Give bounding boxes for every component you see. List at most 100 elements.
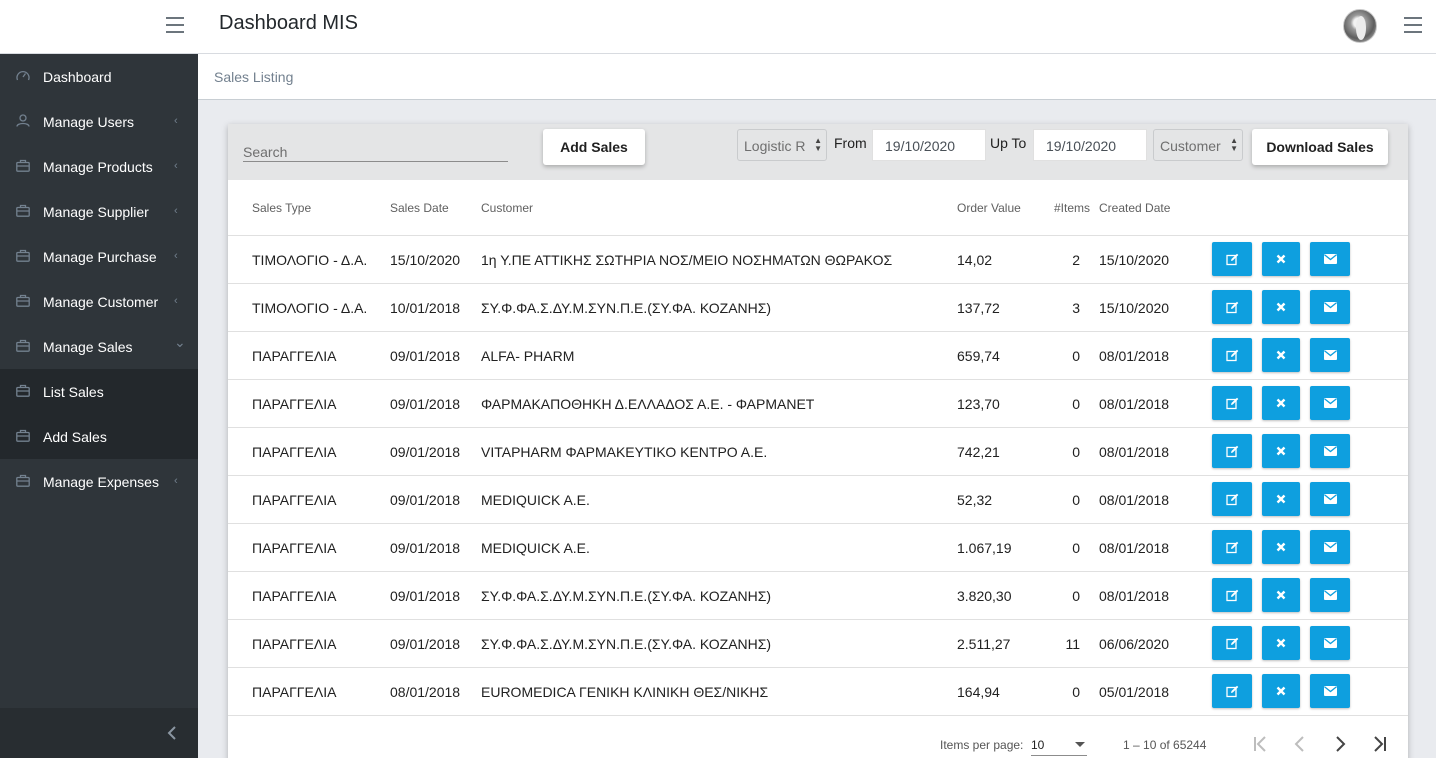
search-input[interactable] xyxy=(243,136,508,162)
cell-customer: ΣΥ.Φ.ΦΑ.Σ.ΔΥ.Μ.ΣΥΝ.Π.Ε.(ΣΥ.ΦΑ. ΚΟΖΑΝΗΣ) xyxy=(481,636,772,652)
cell-type: ΠΑΡΑΓΓΕΛΙΑ xyxy=(252,588,337,604)
envelope-icon xyxy=(1323,686,1337,696)
sidebar-item-label: Manage Expenses xyxy=(43,473,159,490)
cell-date: 09/01/2018 xyxy=(390,492,461,508)
edit-button[interactable] xyxy=(1212,530,1252,564)
edit-button[interactable] xyxy=(1212,674,1252,708)
cell-items: 0 xyxy=(1072,540,1080,556)
header-order-value[interactable]: Order Value xyxy=(957,201,1021,215)
sidebar: Dashboard Manage Users ‹ Manage Products ‹ Ma… xyxy=(0,54,198,758)
cell-date: 09/01/2018 xyxy=(390,588,461,604)
next-page-icon[interactable] xyxy=(1328,732,1352,756)
cell-customer: MEDIQUICK A.E. xyxy=(481,492,590,508)
download-sales-button[interactable]: Download Sales xyxy=(1252,129,1388,165)
edit-button[interactable] xyxy=(1212,434,1252,468)
customer-select[interactable]: Customer ▲ ▼ xyxy=(1153,129,1243,161)
sidebar-item-manage-customer[interactable]: Manage Customer ‹ xyxy=(0,279,198,324)
sidebar-item-manage-products[interactable]: Manage Products ‹ xyxy=(0,144,198,189)
email-button[interactable] xyxy=(1310,482,1350,516)
delete-button[interactable] xyxy=(1262,242,1300,276)
header-items[interactable]: #Items xyxy=(1054,201,1090,215)
email-button[interactable] xyxy=(1310,626,1350,660)
cell-created: 08/01/2018 xyxy=(1099,444,1170,460)
cell-value: 2.511,27 xyxy=(957,636,1011,652)
from-label: From xyxy=(834,135,867,151)
cell-items: 2 xyxy=(1072,252,1080,268)
first-page-icon[interactable] xyxy=(1248,732,1272,756)
cell-customer: ALFA- PHARM xyxy=(481,348,575,364)
add-sales-button[interactable]: Add Sales xyxy=(543,129,645,165)
email-button[interactable] xyxy=(1310,386,1350,420)
cell-date: 09/01/2018 xyxy=(390,396,461,412)
email-button[interactable] xyxy=(1310,434,1350,468)
cell-type: ΠΑΡΑΓΓΕΛΙΑ xyxy=(252,492,337,508)
delete-button[interactable] xyxy=(1262,290,1300,324)
previous-page-icon[interactable] xyxy=(1288,732,1312,756)
header-created-date[interactable]: Created Date xyxy=(1099,201,1170,215)
email-button[interactable] xyxy=(1310,242,1350,276)
sidebar-item-manage-expenses[interactable]: Manage Expenses ‹ xyxy=(0,459,198,504)
edit-button[interactable] xyxy=(1212,386,1252,420)
edit-button[interactable] xyxy=(1212,338,1252,372)
last-page-icon[interactable] xyxy=(1368,732,1392,756)
sidebar-item-dashboard[interactable]: Dashboard xyxy=(0,54,198,99)
header-customer[interactable]: Customer xyxy=(481,201,533,215)
edit-icon xyxy=(1225,493,1239,506)
email-button[interactable] xyxy=(1310,674,1350,708)
delete-button[interactable] xyxy=(1262,434,1300,468)
email-button[interactable] xyxy=(1310,338,1350,372)
sidebar-item-label: Manage Products xyxy=(43,158,153,175)
sidebar-item-label: Manage Users xyxy=(43,113,135,130)
email-button[interactable] xyxy=(1310,578,1350,612)
chevron-left-icon xyxy=(167,726,176,740)
select-arrows-icon: ▲ ▼ xyxy=(1230,136,1238,153)
sidebar-item-manage-users[interactable]: Manage Users ‹ xyxy=(0,99,198,144)
envelope-icon xyxy=(1323,302,1337,312)
sidebar-minimizer[interactable] xyxy=(0,708,198,758)
sidebar-toggle-icon[interactable] xyxy=(166,17,188,37)
close-icon xyxy=(1276,398,1286,408)
header-sales-type[interactable]: Sales Type xyxy=(252,201,311,215)
chevron-left-icon: ‹ xyxy=(174,160,178,172)
sidebar-item-manage-supplier[interactable]: Manage Supplier ‹ xyxy=(0,189,198,234)
header-sales-date[interactable]: Sales Date xyxy=(390,201,449,215)
from-date-field[interactable]: 19/10/2020 xyxy=(872,129,986,161)
briefcase-icon xyxy=(16,159,30,172)
email-button[interactable] xyxy=(1310,290,1350,324)
up-to-date-field[interactable]: 19/10/2020 xyxy=(1033,129,1147,161)
sidebar-item-manage-sales[interactable]: Manage Sales ⌄ xyxy=(0,324,198,369)
page-size-select[interactable]: 10 xyxy=(1031,734,1087,756)
sidebar-item-add-sales[interactable]: Add Sales xyxy=(0,414,198,459)
edit-button[interactable] xyxy=(1212,242,1252,276)
cell-created: 15/10/2020 xyxy=(1099,300,1170,316)
page-range-label: 1 – 10 of 65244 xyxy=(1123,738,1207,752)
cell-created: 08/01/2018 xyxy=(1099,492,1170,508)
edit-icon xyxy=(1225,253,1239,266)
cell-customer: ΦΑΡΜΑΚΑΠΟΘΗΚΗ Δ.ΕΛΛΑΔΟΣ Α.Ε. - ΦΑΡΜΑΝΕΤ xyxy=(481,396,815,412)
edit-button[interactable] xyxy=(1212,626,1252,660)
edit-button[interactable] xyxy=(1212,578,1252,612)
sidebar-item-manage-purchase[interactable]: Manage Purchase ‹ xyxy=(0,234,198,279)
delete-button[interactable] xyxy=(1262,482,1300,516)
sidebar-item-list-sales[interactable]: List Sales xyxy=(0,369,198,414)
chevron-left-icon: ‹ xyxy=(174,115,178,127)
delete-button[interactable] xyxy=(1262,578,1300,612)
sidebar-item-label: Dashboard xyxy=(43,68,112,85)
delete-button[interactable] xyxy=(1262,674,1300,708)
sales-listing-card: Add Sales Logistic R ▲▼ From 19/10/2020 … xyxy=(228,124,1408,758)
avatar[interactable] xyxy=(1343,9,1377,43)
delete-button[interactable] xyxy=(1262,530,1300,564)
cell-items: 0 xyxy=(1072,396,1080,412)
logistic-select[interactable]: Logistic R ▲ ▼ xyxy=(737,129,827,161)
delete-button[interactable] xyxy=(1262,386,1300,420)
cell-value: 123,70 xyxy=(957,396,1000,412)
edit-button[interactable] xyxy=(1212,290,1252,324)
sidebar-item-label: Manage Supplier xyxy=(43,203,149,220)
delete-button[interactable] xyxy=(1262,626,1300,660)
cell-created: 06/06/2020 xyxy=(1099,636,1170,652)
edit-button[interactable] xyxy=(1212,482,1252,516)
cell-items: 0 xyxy=(1072,444,1080,460)
delete-button[interactable] xyxy=(1262,338,1300,372)
email-button[interactable] xyxy=(1310,530,1350,564)
aside-menu-toggle-icon[interactable] xyxy=(1404,17,1424,37)
